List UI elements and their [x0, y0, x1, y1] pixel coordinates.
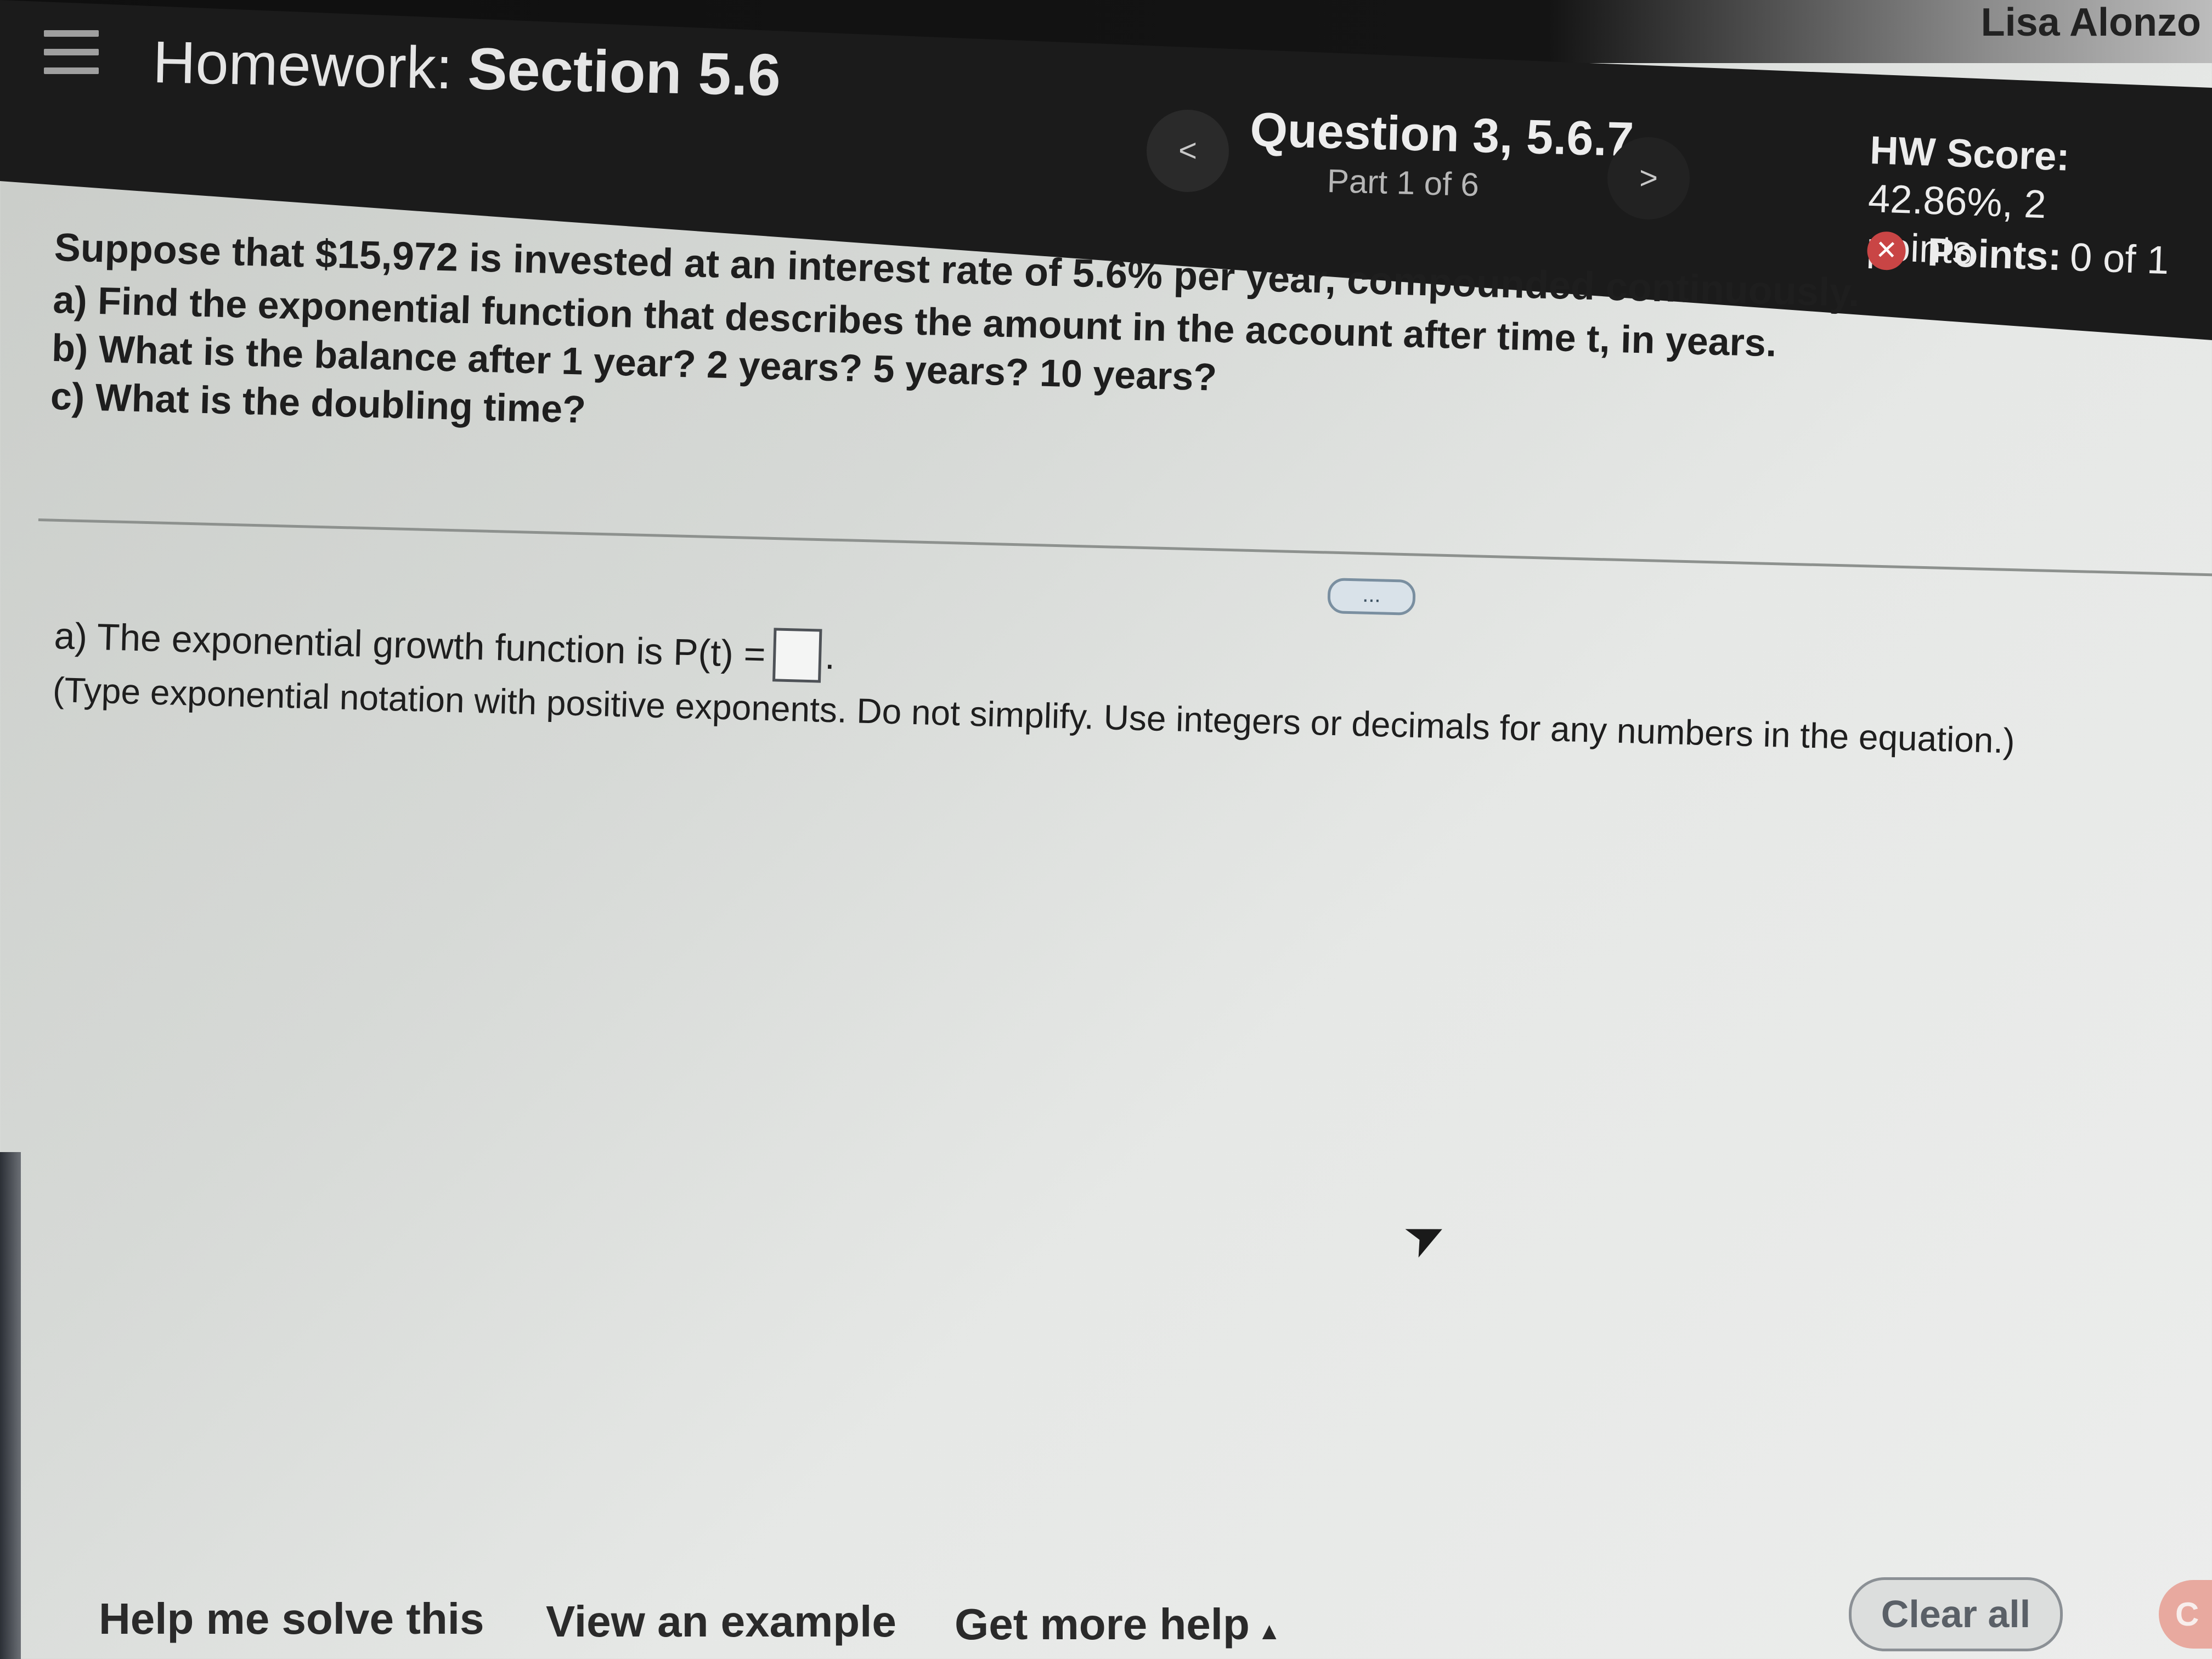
points-label: Points:	[1927, 230, 2062, 279]
answer-input[interactable]	[772, 628, 822, 683]
clear-all-button[interactable]: Clear all	[1849, 1577, 2063, 1651]
chevron-right-icon: >	[1639, 160, 1658, 196]
homework-title-prefix: Homework:	[152, 28, 453, 101]
screen-bezel	[0, 1152, 21, 1659]
get-more-help-label: Get more help	[955, 1600, 1250, 1649]
points-value: 0 of 1	[2069, 235, 2170, 283]
answer-prompt: a) The exponential growth function is P(…	[53, 614, 766, 675]
hw-score-value: 42.86%, 2	[1867, 176, 2047, 227]
help-me-solve-button[interactable]: Help me solve this	[99, 1594, 484, 1644]
get-more-help-button[interactable]: Get more help ▲	[955, 1599, 1281, 1650]
section-divider	[38, 518, 2212, 577]
hw-score-label: HW Score:	[1869, 128, 2070, 179]
answer-period: .	[824, 635, 836, 678]
mouse-cursor-icon: ➤	[1395, 1202, 1456, 1270]
expand-more-button[interactable]: ...	[1327, 577, 1416, 616]
check-answer-button[interactable]: C	[2159, 1580, 2212, 1649]
homework-section: Section 5.6	[467, 35, 782, 108]
answer-area: a) The exponential growth function is P(…	[52, 609, 2084, 763]
question-part: Part 1 of 6	[1327, 162, 1480, 204]
menu-icon[interactable]	[44, 30, 99, 74]
next-question-button[interactable]: >	[1607, 137, 1690, 219]
view-example-button[interactable]: View an example	[546, 1596, 896, 1647]
caret-up-icon: ▲	[1257, 1618, 1282, 1645]
incorrect-icon: ✕	[1866, 230, 1906, 271]
question-title: Question 3, 5.6.7	[1249, 101, 1635, 167]
chevron-left-icon: <	[1178, 133, 1197, 168]
previous-question-button[interactable]: <	[1147, 110, 1229, 192]
user-name[interactable]: Lisa Alonzo	[1981, 0, 2201, 45]
homework-title: Homework: Section 5.6	[152, 27, 781, 109]
